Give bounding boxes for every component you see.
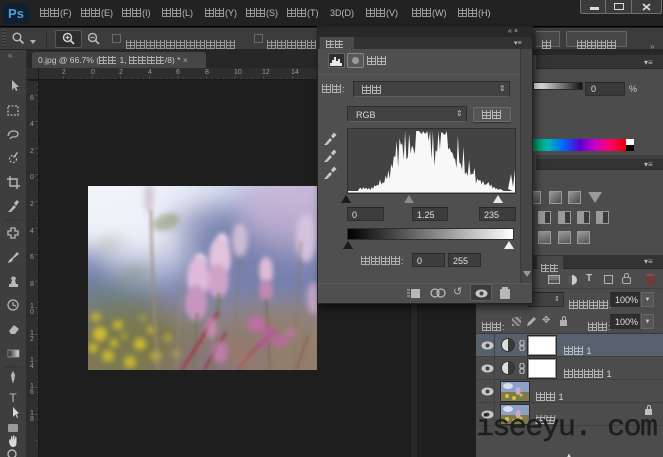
svg-text:T: T (9, 391, 17, 405)
